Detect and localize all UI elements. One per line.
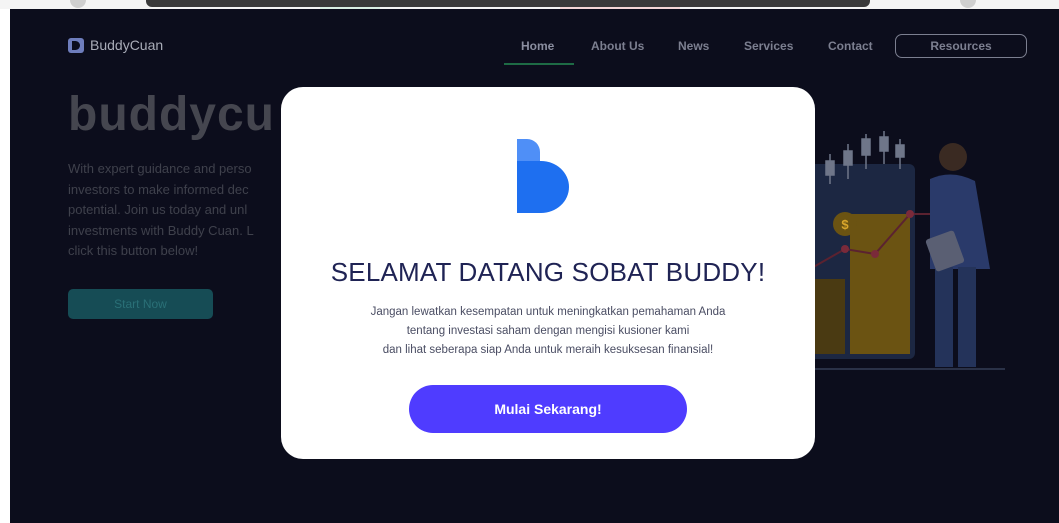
modal-description-line: tentang investasi saham dengan mengisi k… (406, 325, 690, 337)
modal-description-line: Jangan lewatkan kesempatan untuk meningk… (370, 306, 726, 318)
modal-title: SELAMAT DATANG SOBAT BUDDY! (330, 257, 766, 287)
modal-description: Jangan lewatkan kesempatan untuk meningk… (281, 303, 815, 360)
mulai-sekarang-button[interactable]: Mulai Sekarang! (409, 385, 687, 433)
modal-description-line: dan lihat seberapa siap Anda untuk merai… (382, 344, 714, 356)
modal-overlay: SELAMAT DATANG SOBAT BUDDY! Jangan lewat… (0, 0, 1059, 523)
welcome-modal: SELAMAT DATANG SOBAT BUDDY! Jangan lewat… (281, 87, 815, 459)
buddycuan-logo-icon (517, 139, 569, 213)
